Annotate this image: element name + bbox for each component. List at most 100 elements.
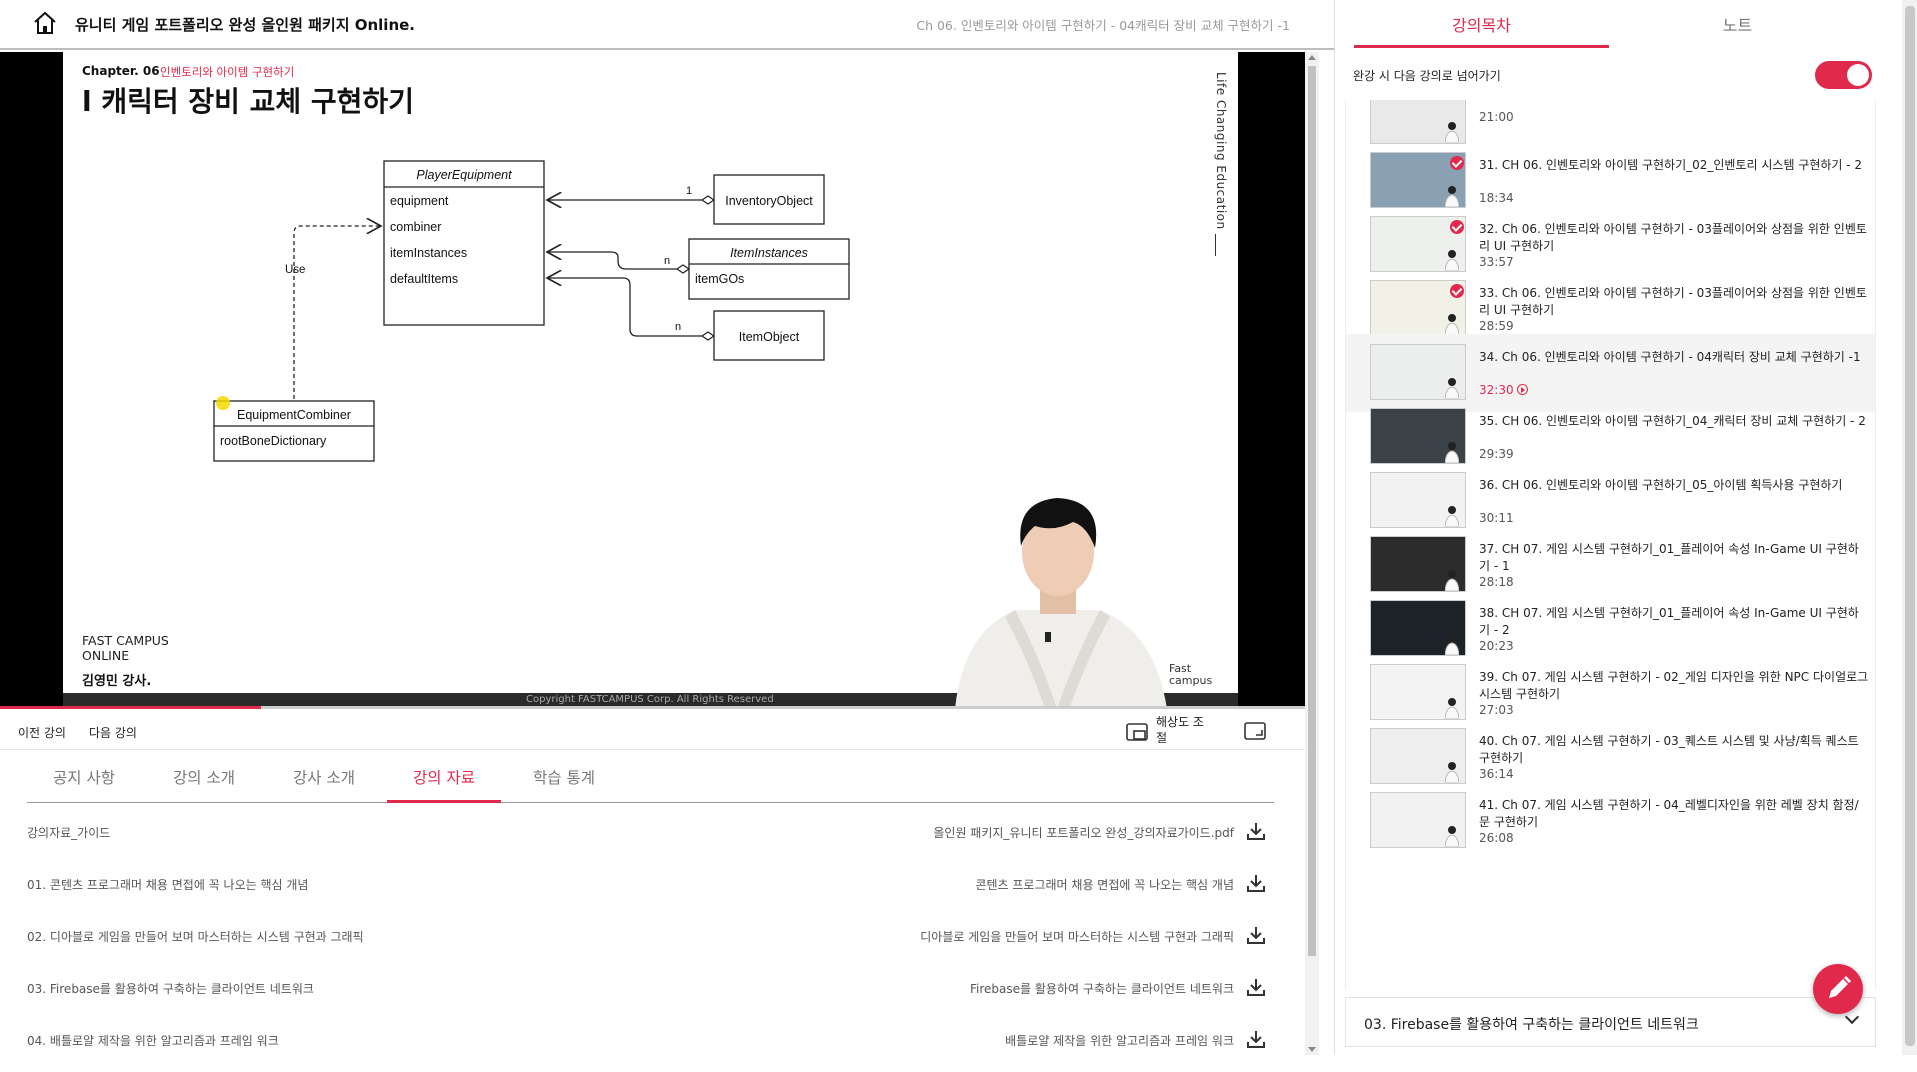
material-row: 04. 배틀로얄 제작을 위한 알고리즘과 프레임 워크 배틀로얄 제작을 위한… xyxy=(27,1020,1274,1072)
field-default-items: defaultItems xyxy=(390,272,458,286)
use-dependency xyxy=(293,226,381,399)
thumbnail-presenter xyxy=(1444,633,1460,655)
lecture-duration-text: 36:14 xyxy=(1479,767,1514,781)
player-controls: 이전 강의 다음 강의 해상도 조절 xyxy=(0,712,1305,750)
lecture-thumbnail xyxy=(1370,472,1466,528)
field-root-bone-dictionary: rootBoneDictionary xyxy=(220,434,327,448)
autoplay-toggle[interactable] xyxy=(1815,61,1872,89)
mult-item-instances: n xyxy=(664,255,670,267)
write-note-button[interactable] xyxy=(1813,964,1863,1014)
cursor-highlight xyxy=(216,396,230,410)
tab-course-intro[interactable]: 강의 소개 xyxy=(147,766,261,803)
mult-inventory: 1 xyxy=(686,185,692,197)
lecture-thumbnail xyxy=(1370,100,1466,144)
lecture-title: 35. CH 06. 인벤토리와 아이템 구현하기_04_캐릭터 장비 교체 구… xyxy=(1479,414,1866,428)
diamond-inventory xyxy=(700,195,716,205)
material-name: 강의자료_가이드 xyxy=(27,826,111,840)
lecture-title: 39. Ch 07. 게임 시스템 구현하기 - 02_게임 디자인을 위한 N… xyxy=(1479,670,1869,701)
copyright-text: Copyright FASTCAMPUS Corp. All Rights Re… xyxy=(526,694,774,705)
material-row: 01. 콘텐츠 프로그래머 채용 면접에 꼭 나오는 핵심 개념 콘텐츠 프로그… xyxy=(27,864,1274,916)
use-label: Use xyxy=(285,264,305,276)
lecture-duration: 33:57 xyxy=(1479,255,1514,269)
item-instances-title: ItemInstances xyxy=(730,246,808,260)
lecture-thumbnail xyxy=(1370,664,1466,720)
lecture-duration-text: 21:00 xyxy=(1479,110,1514,124)
video-player[interactable]: Chapter. 06 인벤토리와 아이템 구현하기 l 캐릭터 장비 교체 구… xyxy=(0,52,1305,709)
field-equipment: equipment xyxy=(390,194,449,208)
lecture-duration: 30:11 xyxy=(1479,511,1514,525)
lecture-title: 36. CH 06. 인벤토리와 아이템 구현하기_05_아이템 획득사용 구현… xyxy=(1479,478,1843,492)
lecture-title: 38. CH 07. 게임 시스템 구현하기_01_플레이어 속성 In-Gam… xyxy=(1479,606,1859,637)
lecture-duration: 21:00 xyxy=(1479,110,1514,124)
material-name: 03. Firebase를 활용하여 구축하는 클라이언트 네트워크 xyxy=(27,982,314,996)
main-scrollbar-thumb[interactable] xyxy=(1308,66,1316,956)
tab-materials[interactable]: 강의 자료 xyxy=(387,766,501,803)
completed-check-icon xyxy=(1450,156,1464,170)
material-file[interactable]: Firebase를 활용하여 구축하는 클라이언트 네트워크 xyxy=(970,980,1234,997)
material-row: 03. Firebase를 활용하여 구축하는 클라이언트 네트워크 Fireb… xyxy=(27,968,1274,1020)
scroll-up-icon[interactable] xyxy=(1308,55,1316,60)
material-name: 02. 디아블로 게임을 만들어 보며 마스터하는 시스템 구현과 그래픽 xyxy=(27,930,364,944)
thumbnail-presenter xyxy=(1444,249,1460,271)
lecture-title: 31. CH 06. 인벤토리와 아이템 구현하기_02_인벤토리 시스템 구현… xyxy=(1479,158,1863,172)
material-name: 04. 배틀로얄 제작을 위한 알고리즘과 프레임 워크 xyxy=(27,1034,279,1048)
lecture-duration: 29:39 xyxy=(1479,447,1514,461)
lecture-thumbnail xyxy=(1370,792,1466,848)
tab-statistics[interactable]: 학습 통계 xyxy=(507,766,621,803)
material-file[interactable]: 올인원 패키지_유니티 포트폴리오 완성_강의자료가이드.pdf xyxy=(933,824,1234,841)
tab-instructor-intro[interactable]: 강사 소개 xyxy=(267,766,381,803)
lecture-duration: 18:34 xyxy=(1479,191,1514,205)
material-file[interactable]: 배틀로얄 제작을 위한 알고리즘과 프레임 워크 xyxy=(1005,1032,1234,1049)
fullscreen-icon[interactable] xyxy=(1244,722,1266,740)
home-icon[interactable] xyxy=(32,11,58,35)
lecture-title: 32. Ch 06. 인벤토리와 아이템 구현하기 - 03플레이어와 상점을 … xyxy=(1479,222,1867,253)
lecture-info-tabs: 공지 사항 강의 소개 강사 소개 강의 자료 학습 통계 xyxy=(27,760,1274,803)
pencil-icon xyxy=(1829,976,1851,998)
video-progress-bar[interactable] xyxy=(0,706,1305,709)
download-icon[interactable] xyxy=(1246,977,1266,997)
tab-notes[interactable]: 노트 xyxy=(1610,0,1865,48)
brand-text-line2: ONLINE xyxy=(82,648,130,663)
section-title: 03. Firebase를 활용하여 구축하는 클라이언트 네트워크 xyxy=(1364,1017,1699,1033)
next-lecture-button[interactable]: 다음 강의 xyxy=(89,724,137,741)
lecture-item[interactable]: 41. Ch 07. 게임 시스템 구현하기 - 04_레벨디자인을 위한 레벨… xyxy=(1346,782,1875,860)
scroll-down-icon[interactable] xyxy=(1308,1047,1316,1052)
lecture-title: 40. Ch 07. 게임 시스템 구현하기 - 03_퀘스트 시스템 및 사냥… xyxy=(1479,734,1859,765)
section-accordion[interactable]: 03. Firebase를 활용하여 구축하는 클라이언트 네트워크 xyxy=(1345,997,1876,1047)
field-item-instances: itemInstances xyxy=(390,246,467,260)
diamond-item-object xyxy=(700,331,716,341)
instructor-name: 김영민 강사. xyxy=(82,674,152,689)
lecture-duration-text: 30:11 xyxy=(1479,511,1514,525)
assoc-item-instances xyxy=(547,252,677,270)
material-file[interactable]: 콘텐츠 프로그래머 채용 면접에 꼭 나오는 핵심 개념 xyxy=(975,876,1234,893)
lecture-title: Ch 06. 인벤토리와 아이템 구현하기 - 04캐릭터 장비 교체 구현하기… xyxy=(916,18,1290,33)
lecture-thumbnail xyxy=(1370,408,1466,464)
completed-check-icon xyxy=(1450,220,1464,234)
download-icon[interactable] xyxy=(1246,925,1266,945)
material-file[interactable]: 디아블로 게임을 만들어 보며 마스터하는 시스템 구현과 그래픽 xyxy=(920,928,1234,945)
field-combiner: combiner xyxy=(390,220,441,234)
main-scrollbar[interactable] xyxy=(1305,52,1319,1055)
lecture-duration-text: 28:18 xyxy=(1479,575,1514,589)
pip-icon[interactable] xyxy=(1126,723,1148,741)
completed-check-icon xyxy=(1450,284,1464,298)
tab-curriculum[interactable]: 강의목차 xyxy=(1354,0,1609,48)
download-icon[interactable] xyxy=(1246,1029,1266,1049)
panel-scrollbar-thumb[interactable] xyxy=(1905,6,1915,1046)
panel-scrollbar[interactable] xyxy=(1902,0,1917,1055)
lecture-list[interactable]: 21:00 31. CH 06. 인벤토리와 아이템 구현하기_02_인벤토리 시… xyxy=(1345,100,1876,990)
thumbnail-presenter xyxy=(1444,761,1460,783)
thumbnail-presenter xyxy=(1444,121,1460,143)
top-header: 유니티 게임 포트폴리오 완성 올인원 패키지 Online. Ch 06. 인… xyxy=(0,0,1334,50)
presenter-video xyxy=(955,498,1167,709)
download-icon[interactable] xyxy=(1246,873,1266,893)
download-icon[interactable] xyxy=(1246,821,1266,841)
resolution-button[interactable]: 해상도 조절 xyxy=(1156,714,1204,746)
tab-notice[interactable]: 공지 사항 xyxy=(27,766,141,803)
material-name: 01. 콘텐츠 프로그래머 채용 면접에 꼭 나오는 핵심 개념 xyxy=(27,878,309,892)
thumbnail-presenter xyxy=(1444,377,1460,399)
item-object-title: ItemObject xyxy=(739,330,800,344)
equipment-combiner-title: EquipmentCombiner xyxy=(237,408,351,422)
field-item-gos: itemGOs xyxy=(695,272,744,286)
prev-lecture-button[interactable]: 이전 강의 xyxy=(18,724,66,741)
